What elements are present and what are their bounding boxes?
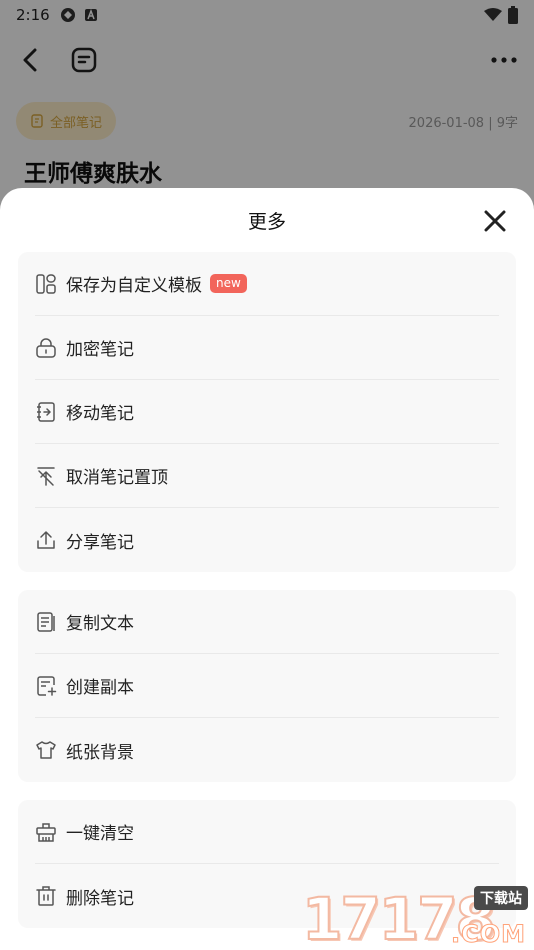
menu-item-label: 纸张背景	[66, 742, 134, 763]
template-icon	[35, 273, 57, 295]
menu-item-label: 复制文本	[66, 614, 134, 634]
menu-item-encrypt[interactable]: 加密笔记	[35, 316, 499, 380]
new-badge: new	[210, 274, 247, 293]
watermark-tag: 下载站	[474, 886, 528, 910]
unpin-icon	[35, 465, 57, 487]
sheet-header: 更多	[0, 188, 534, 252]
menu-item-copy-text[interactable]: 复制文本	[35, 590, 499, 654]
duplicate-icon	[35, 675, 57, 697]
move-icon	[35, 401, 57, 423]
clear-icon	[35, 821, 57, 843]
close-button[interactable]	[480, 206, 510, 236]
site-watermark: 17178 下载站 .COM	[301, 886, 530, 949]
menu-item-duplicate[interactable]: 创建副本	[35, 654, 499, 718]
menu-item-save-template[interactable]: 保存为自定义模板 new	[35, 252, 499, 316]
lock-icon	[35, 337, 57, 359]
sheet-title: 更多	[247, 210, 286, 233]
menu-item-label: 移动笔记	[66, 404, 134, 424]
menu-item-label: 删除笔记	[66, 888, 134, 909]
trash-icon	[35, 885, 57, 907]
menu-group-1: 保存为自定义模板 new 加密笔记 移动笔记 取消笔记置顶 分享笔记	[18, 252, 516, 572]
share-icon	[35, 529, 57, 551]
menu-item-paper-background[interactable]: 纸张背景	[35, 718, 499, 782]
menu-item-move[interactable]: 移动笔记	[35, 380, 499, 444]
menu-group-2: 复制文本 创建副本 纸张背景	[18, 590, 516, 782]
watermark-suffix: .COM	[450, 920, 526, 949]
menu-item-label: 一键清空	[66, 824, 134, 844]
menu-item-clear[interactable]: 一键清空	[35, 800, 499, 864]
menu-item-label: 分享笔记	[66, 532, 134, 553]
menu-item-label: 加密笔记	[66, 340, 134, 360]
paper-background-icon	[35, 739, 57, 761]
menu-item-label: 保存为自定义模板	[66, 276, 202, 296]
menu-item-label: 取消笔记置顶	[66, 468, 168, 488]
copy-text-icon	[35, 611, 57, 633]
menu-item-unpin[interactable]: 取消笔记置顶	[35, 444, 499, 508]
close-icon	[484, 210, 506, 232]
more-sheet: 更多 保存为自定义模板 new 加密笔记 移动笔记 取消笔记置顶 分享笔记 复制…	[0, 188, 534, 950]
menu-item-share[interactable]: 分享笔记	[35, 508, 499, 572]
menu-item-label: 创建副本	[66, 678, 134, 698]
